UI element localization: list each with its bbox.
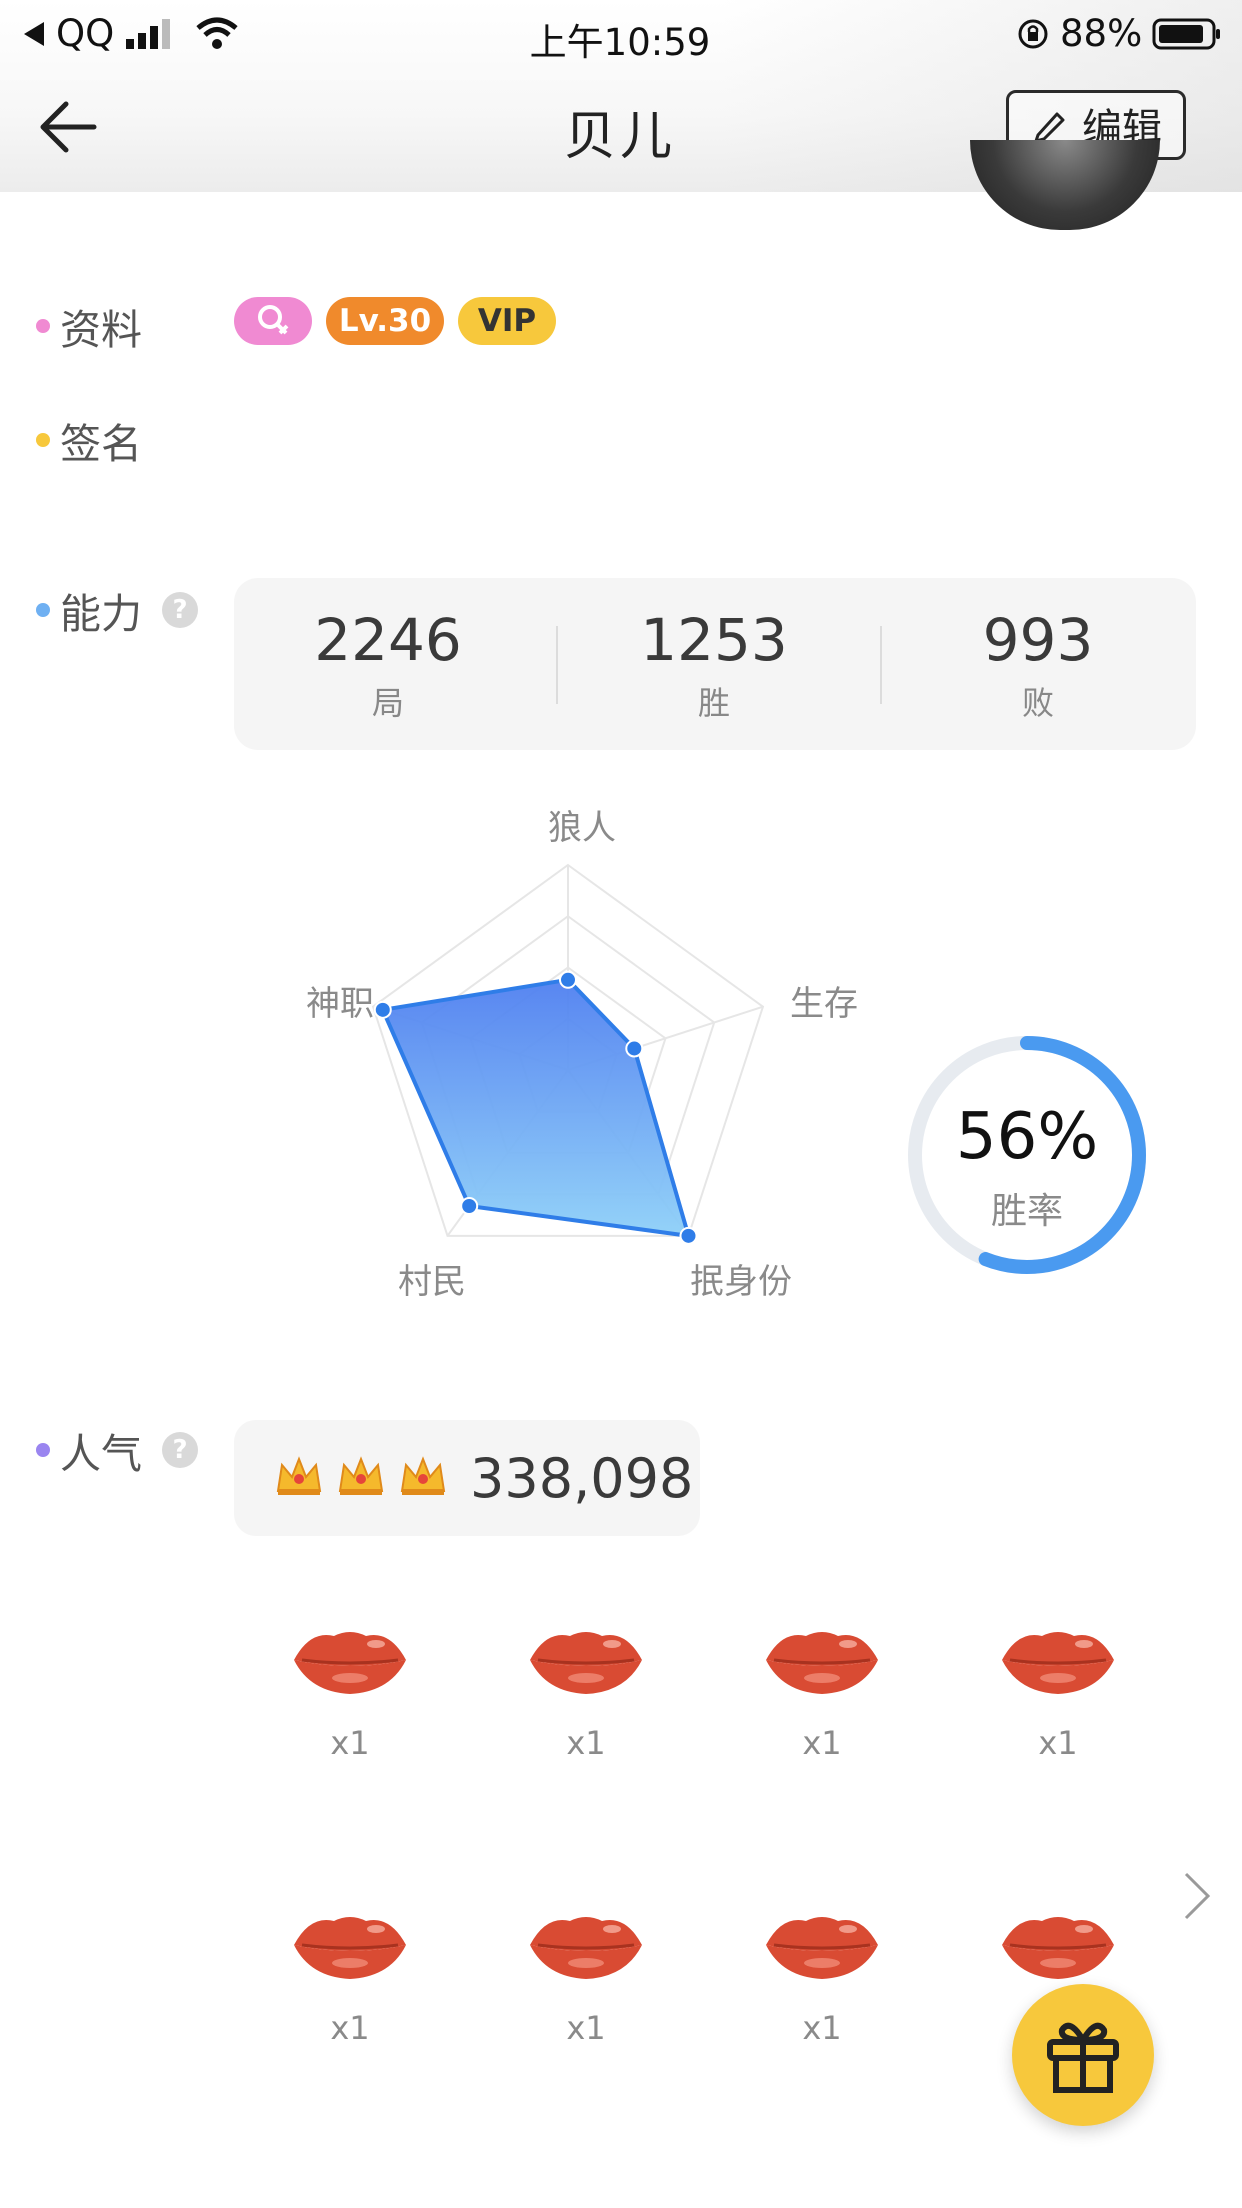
ability-radar-chart [371,863,765,1245]
profile-badges: Lv.30 VIP [234,297,556,345]
back-arrow-icon[interactable] [36,98,100,156]
stat-games: 2246 局 [268,608,508,724]
radar-point [679,1226,698,1245]
radar-label-villager: 村民 [398,1262,466,1302]
stat-divider [880,626,882,704]
wifi-icon [196,17,238,49]
section-profile: 资料 [36,296,142,356]
stat-wins: 1253 胜 [594,608,834,724]
ability-stats: 2246 局 1253 胜 993 败 [234,578,1196,750]
gift-item[interactable]: x1 [978,1620,1138,1762]
popularity-dot [36,1443,50,1457]
chevron-right-icon[interactable] [1182,1870,1212,1922]
radar-label-werewolf: 狼人 [548,808,616,848]
lips-icon [766,1632,878,1694]
popularity-help-icon[interactable]: ? [162,1432,198,1468]
ability-dot [36,603,50,617]
profile-dot [36,319,50,333]
gift-item[interactable]: x1 [506,1620,666,1762]
stat-wins-value: 1253 [640,606,788,674]
radar-point [373,1000,392,1019]
status-bar-right: 88% [1016,12,1222,55]
gift-icon [1047,2022,1119,2093]
send-gift-button[interactable] [1012,1984,1154,2126]
ability-label: 能力 [60,590,142,638]
gift-count: x1 [330,1724,370,1762]
lips-icon [294,1917,406,1979]
crown-icon [336,1455,386,1501]
status-time: 上午10:59 [529,21,711,64]
popularity-label: 人气 [60,1430,142,1478]
popularity-value: 338,098 [470,1446,694,1510]
ability-help-icon[interactable]: ? [162,592,198,628]
winrate-value: 56% [955,1100,1099,1174]
page-title: 贝儿 [563,107,676,167]
stat-losses: 993 败 [918,608,1158,724]
signal-icon [126,18,171,49]
gift-item[interactable]: x1 [742,1905,902,2047]
battery-percent: 88% [1060,12,1143,55]
lips-icon [294,1632,406,1694]
stat-games-label: 局 [371,684,404,722]
gift-count: x1 [330,2009,370,2047]
popularity-box: 338,098 [234,1420,700,1536]
gender-badge [234,297,312,345]
gift-count: x1 [566,2009,606,2047]
stat-divider [556,626,558,704]
lips-icon [1002,1632,1114,1694]
avatar[interactable] [970,140,1160,230]
rotation-lock-icon [1018,19,1048,48]
section-ability: 能力 ? [36,580,198,640]
gift-count: x1 [802,2009,842,2047]
radar-area [380,977,691,1238]
pencil-icon [1034,112,1066,145]
radar-point [559,970,577,989]
crowns [274,1455,448,1501]
gift-count: x1 [802,1724,842,1762]
gift-item[interactable]: x1 [270,1620,430,1762]
stat-losses-value: 993 [982,606,1094,674]
lips-icon [530,1917,642,1979]
female-icon [258,305,289,335]
gift-item[interactable]: x1 [742,1620,902,1762]
level-badge: Lv.30 [326,297,444,345]
vip-badge: VIP [458,297,556,345]
back-to-app-icon[interactable] [22,20,46,48]
section-signature: 签名 [36,410,142,470]
battery-icon [1152,18,1221,49]
winrate-label: 胜率 [990,1191,1063,1232]
radar-label-god: 神职 [306,984,374,1024]
gift-count: x1 [566,1724,606,1762]
stat-losses-label: 败 [1021,684,1054,722]
back-app-label[interactable]: QQ [56,12,114,55]
status-bar-left: QQ [22,12,240,55]
radar-label-survival: 生存 [790,984,858,1024]
signature-dot [36,433,50,447]
radar-point [460,1196,479,1215]
lips-icon [530,1632,642,1694]
winrate-ring: 56% 胜率 [904,1032,1150,1278]
stat-games-value: 2246 [314,606,462,674]
crown-icon [398,1455,448,1501]
gift-item[interactable]: x1 [270,1905,430,2047]
lips-icon [766,1917,878,1979]
gift-count: x1 [1038,1724,1078,1762]
signature-label: 签名 [60,420,142,468]
gift-item[interactable]: x1 [506,1905,666,2047]
crown-icon [274,1455,324,1501]
lips-icon [1002,1917,1114,1979]
radar-point [625,1039,644,1058]
section-popularity: 人气 ? [36,1420,198,1480]
profile-label: 资料 [60,306,142,354]
radar-label-identify: 抿身份 [690,1262,792,1302]
stat-wins-label: 胜 [697,684,730,722]
